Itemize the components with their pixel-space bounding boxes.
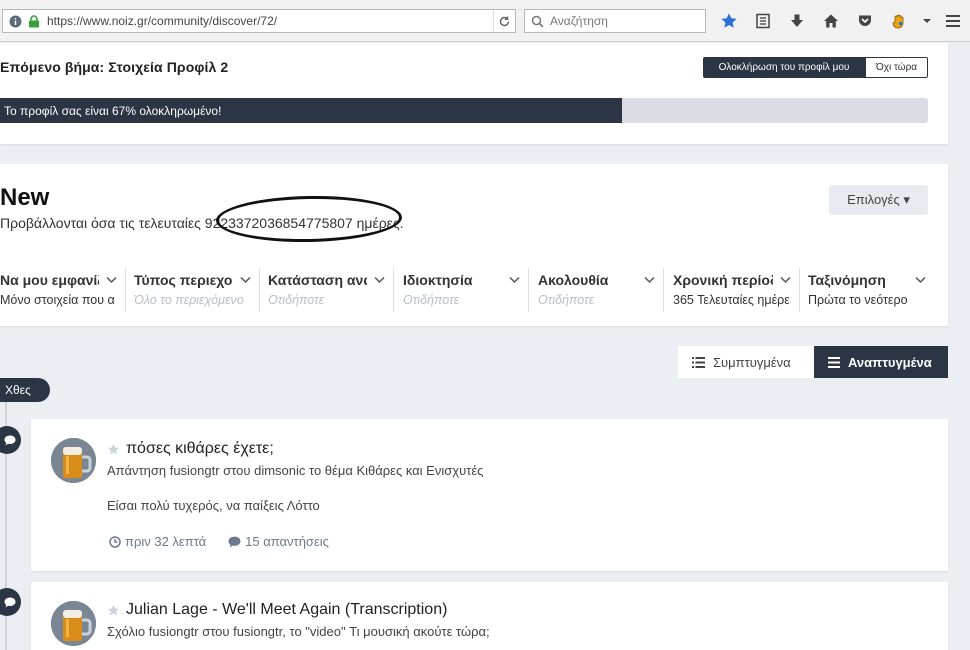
timeline-line [0, 402, 21, 650]
list-icon [692, 356, 705, 368]
filter-bar: Να μου εμφανίζονται Μόνο στοιχεία που ακ… [0, 268, 948, 312]
chevron-down-icon [644, 276, 655, 284]
clock-icon [109, 535, 121, 548]
filter-ownership[interactable]: Ιδιοκτησία Οτιδήποτε [403, 268, 529, 312]
chevron-down-icon [915, 276, 926, 284]
filter-value: Μόνο στοιχεία που ακολουθώ [0, 293, 115, 307]
filter-label: Τύπος περιεχομένου [134, 272, 233, 288]
info-icon[interactable] [8, 14, 22, 28]
browser-search-input[interactable]: Αναζήτηση [524, 9, 706, 33]
chevron-down-icon [374, 276, 385, 284]
home-icon[interactable] [814, 9, 848, 33]
condensed-view-button[interactable]: Συμπτυγμένα [678, 346, 814, 378]
filter-label: Χρονική περίοδος [673, 272, 773, 288]
filter-value: Οτιδήποτε [268, 293, 325, 307]
dropdown-arrow-icon[interactable] [916, 9, 938, 33]
post-title[interactable]: Julian Lage - We'll Meet Again (Transcri… [107, 601, 447, 619]
chevron-down-icon [509, 276, 520, 284]
post-subtitle: Σχόλιο fusiongtr στου fusiongtr, το "vid… [107, 624, 490, 639]
post-time-text: πριν 32 λεπτά [125, 534, 207, 549]
chevron-down-icon [780, 276, 791, 284]
post-subtitle: Απάντηση fusiongtr στου dimsonic το θέμα… [107, 463, 484, 478]
activity-item: Julian Lage - We'll Meet Again (Transcri… [31, 582, 948, 650]
filter-value: Οτιδήποτε [538, 293, 595, 307]
filter-label: Κατάσταση ανάγνωσης [268, 272, 367, 288]
post-title[interactable]: πόσες κιθάρες έχετε; [107, 440, 274, 458]
lock-icon[interactable] [27, 14, 41, 28]
reading-list-icon[interactable] [746, 9, 780, 33]
filter-label: Ιδιοκτησία [403, 272, 473, 288]
post-meta: πριν 32 λεπτά 15 απαντήσεις [109, 534, 351, 549]
chevron-down-icon [240, 276, 251, 284]
filter-read-status[interactable]: Κατάσταση ανάγνωσης Οτιδήποτε [268, 268, 394, 312]
filter-content-type[interactable]: Τύπος περιεχομένου Όλο το περιεχόμενο [134, 268, 260, 312]
filter-label: Ταξινόμηση [808, 272, 886, 288]
expanded-view-button[interactable]: Αναπτυγμένα [814, 346, 948, 378]
comment-bubble-icon [0, 426, 21, 454]
filter-time-period[interactable]: Χρονική περίοδος 365 Τελευταίες ημέρες [673, 268, 800, 312]
star-icon[interactable] [107, 604, 120, 617]
filter-sort[interactable]: Ταξινόμηση Πρώτα το νεότερο [808, 268, 934, 312]
browser-toolbar-icons [712, 9, 968, 33]
complete-profile-button[interactable]: Ολοκλήρωση του προφίλ μου [703, 57, 865, 78]
avatar[interactable] [51, 438, 96, 483]
post-time: πριν 32 λεπτά [109, 534, 206, 549]
view-mode-toggle: Συμπτυγμένα Αναπτυγμένα [678, 346, 948, 378]
comment-bubble-icon [0, 588, 21, 616]
filter-value: Οτιδήποτε [403, 293, 460, 307]
expanded-label: Αναπτυγμένα [848, 354, 932, 370]
page-title: New [0, 184, 50, 211]
profile-progress-bar: Το προφίλ σας είναι 67% ολοκληρωμένο! [0, 98, 928, 123]
post-replies[interactable]: 15 απαντήσεις [228, 534, 329, 549]
filter-value: 365 Τελευταίες ημέρες [673, 293, 789, 307]
pocket-icon[interactable] [848, 9, 882, 33]
url-text: https://www.noiz.gr/community/discover/7… [47, 14, 278, 28]
progress-text: Το προφίλ σας είναι 67% ολοκληρωμένο! [4, 103, 222, 118]
filter-value: Όλο το περιεχόμενο [134, 293, 244, 307]
filter-show-me[interactable]: Να μου εμφανίζονται Μόνο στοιχεία που ακ… [0, 268, 126, 312]
desc-prefix: Προβάλλονται όσα τις τελευταίες [0, 215, 205, 231]
condensed-label: Συμπτυγμένα [713, 354, 791, 370]
browser-toolbar: https://www.noiz.gr/community/discover/7… [0, 0, 970, 42]
filter-value: Πρώτα το νεότερο [808, 293, 908, 307]
chevron-down-icon [106, 276, 117, 284]
address-bar[interactable]: https://www.noiz.gr/community/discover/7… [2, 9, 516, 33]
options-button[interactable]: Επιλογές ▾ [829, 185, 928, 215]
post-excerpt: Είσαι πολύ τυχερός, να παίξεις Λόττο [107, 498, 320, 513]
reload-icon[interactable] [493, 10, 515, 32]
bookmark-star-icon[interactable] [712, 9, 746, 33]
hamburger-menu-icon[interactable] [938, 9, 968, 33]
post-replies-text: 15 απαντήσεις [245, 534, 329, 549]
post-title-text: πόσες κιθάρες έχετε; [126, 440, 274, 457]
post-title-text: Julian Lage - We'll Meet Again (Transcri… [126, 601, 448, 618]
filter-label: Να μου εμφανίζονται [0, 272, 99, 288]
progress-fill: Το προφίλ σας είναι 67% ολοκληρωμένο! [0, 98, 622, 123]
filter-label: Ακολουθία [538, 272, 609, 288]
not-now-button[interactable]: Όχι τώρα [865, 57, 928, 78]
comment-icon [228, 536, 241, 547]
download-icon[interactable] [780, 9, 814, 33]
next-step-title: Επόμενο βήμα: Στοιχεία Προφίλ 2 [0, 59, 229, 75]
search-icon [531, 15, 544, 28]
activity-item: πόσες κιθάρες έχετε; Απάντηση fusiongtr … [31, 419, 948, 571]
avatar[interactable] [51, 601, 96, 646]
day-separator-badge: Χθες [0, 378, 50, 402]
filter-following[interactable]: Ακολουθία Οτιδήποτε [538, 268, 664, 312]
menu-lines-icon [828, 356, 840, 368]
extension-hand-icon[interactable] [882, 9, 916, 33]
star-icon[interactable] [107, 443, 120, 456]
search-placeholder: Αναζήτηση [550, 14, 608, 28]
